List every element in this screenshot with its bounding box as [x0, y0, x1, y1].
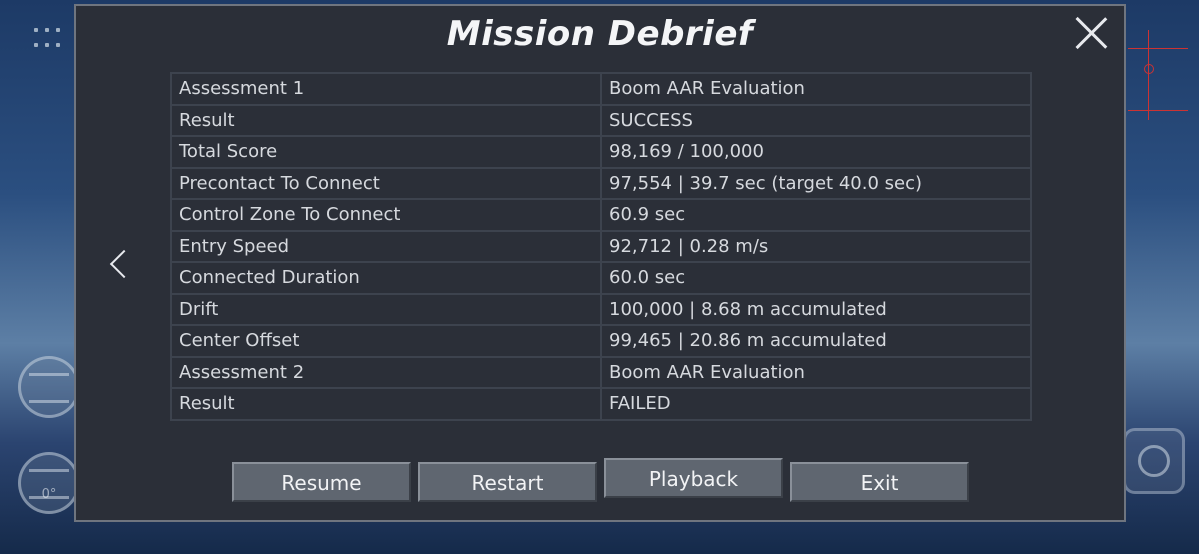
- table-row: Connected Duration 60.0 sec: [170, 261, 1032, 295]
- table-row: Total Score 98,169 / 100,000: [170, 135, 1032, 169]
- restart-button[interactable]: Restart: [418, 462, 597, 502]
- action-button-bar: Resume Restart Playback Exit: [232, 458, 969, 502]
- menu-dots-icon[interactable]: [34, 28, 62, 52]
- row-label: Total Score: [170, 135, 602, 169]
- row-value: 100,000 | 8.68 m accumulated: [600, 292, 1032, 326]
- attitude-readout: 0°: [41, 487, 57, 502]
- row-value: Boom AAR Evaluation: [600, 355, 1032, 389]
- table-row: Precontact To Connect 97,554 | 39.7 sec …: [170, 166, 1032, 200]
- resume-button[interactable]: Resume: [232, 462, 411, 502]
- dialog-title: Mission Debrief: [446, 14, 754, 54]
- table-row: Result FAILED: [170, 387, 1032, 421]
- heading-indicator[interactable]: 0°: [18, 452, 80, 514]
- row-label: Result: [170, 387, 602, 421]
- row-value: FAILED: [600, 387, 1032, 421]
- row-label: Drift: [170, 292, 602, 326]
- table-row: Drift 100,000 | 8.68 m accumulated: [170, 292, 1032, 326]
- row-label: Precontact To Connect: [170, 166, 602, 200]
- row-label: Connected Duration: [170, 261, 602, 295]
- debrief-table-scroll[interactable]: Assessment 1 Boom AAR Evaluation Result …: [170, 72, 1032, 444]
- exit-button[interactable]: Exit: [790, 462, 969, 502]
- row-label: Center Offset: [170, 324, 602, 358]
- table-row: Control Zone To Connect 60.9 sec: [170, 198, 1032, 232]
- row-value: 92,712 | 0.28 m/s: [600, 229, 1032, 263]
- table-row: Assessment 1 Boom AAR Evaluation: [170, 72, 1032, 106]
- row-value: 99,465 | 20.86 m accumulated: [600, 324, 1032, 358]
- reticle-line: [1128, 48, 1188, 49]
- gear-icon[interactable]: [1123, 428, 1185, 494]
- row-label: Control Zone To Connect: [170, 198, 602, 232]
- playback-button[interactable]: Playback: [604, 458, 783, 498]
- row-value: 60.9 sec: [600, 198, 1032, 232]
- reticle-line: [1128, 110, 1188, 111]
- reticle-line: [1148, 30, 1149, 120]
- row-label: Assessment 2: [170, 355, 602, 389]
- reticle-ring: [1144, 64, 1154, 74]
- close-icon[interactable]: [1074, 16, 1108, 50]
- mission-debrief-dialog: Mission Debrief Assessment 1 Boom AAR Ev…: [74, 4, 1126, 522]
- row-value: SUCCESS: [600, 103, 1032, 137]
- row-value: Boom AAR Evaluation: [600, 72, 1032, 106]
- table-row: Center Offset 99,465 | 20.86 m accumulat…: [170, 324, 1032, 358]
- chevron-left-icon[interactable]: [104, 246, 132, 286]
- row-value: 97,554 | 39.7 sec (target 40.0 sec): [600, 166, 1032, 200]
- row-label: Entry Speed: [170, 229, 602, 263]
- attitude-indicator-icon[interactable]: [18, 356, 80, 418]
- row-value: 60.0 sec: [600, 261, 1032, 295]
- table-row: Assessment 2 Boom AAR Evaluation: [170, 355, 1032, 389]
- table-row: Result SUCCESS: [170, 103, 1032, 137]
- row-value: 98,169 / 100,000: [600, 135, 1032, 169]
- row-label: Assessment 1: [170, 72, 602, 106]
- row-label: Result: [170, 103, 602, 137]
- table-row: Entry Speed 92,712 | 0.28 m/s: [170, 229, 1032, 263]
- debrief-table: Assessment 1 Boom AAR Evaluation Result …: [170, 72, 1032, 421]
